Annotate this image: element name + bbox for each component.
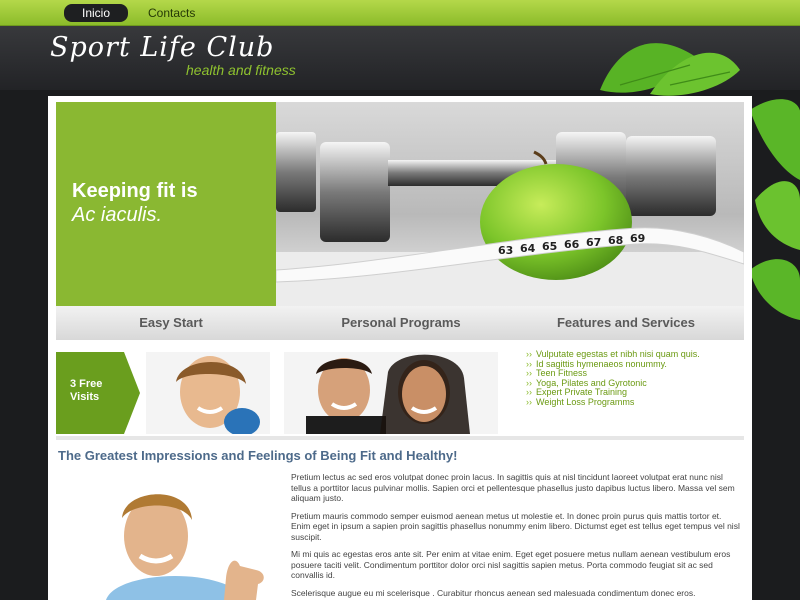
- tab-personal-programs[interactable]: Personal Programs: [306, 306, 496, 340]
- couple-image: [284, 352, 498, 434]
- svg-text:66: 66: [564, 238, 580, 251]
- promo-line-2: Visits: [70, 391, 100, 403]
- section-divider: [56, 436, 744, 440]
- article-paragraph: Pretium lectus ac sed eros volutpat done…: [291, 472, 735, 503]
- article-paragraph: Pretium mauris commodo semper euismod ae…: [291, 510, 740, 542]
- bullet-arrow-icon: ››: [526, 387, 532, 397]
- svg-text:63: 63: [498, 244, 513, 257]
- site-tagline: health and fitness: [186, 62, 296, 78]
- svg-text:68: 68: [608, 234, 623, 247]
- bullet-arrow-icon: ››: [526, 349, 532, 359]
- tab-easy-start[interactable]: Easy Start: [96, 306, 246, 340]
- feature-tabs: Easy Start Personal Programs Features an…: [56, 306, 744, 340]
- article-paragraph: Mi mi quis ac egestas eros ante sit. Per…: [291, 549, 731, 580]
- svg-text:64: 64: [520, 242, 536, 255]
- bullet-arrow-icon: ››: [526, 396, 532, 407]
- svg-text:67: 67: [586, 236, 601, 249]
- hero-banner: Keeping fit is Ac iaculis. 63 64 65 66 6…: [56, 102, 744, 306]
- promo-label: 3 Free Visits: [70, 378, 130, 404]
- site-logo[interactable]: Sport Life Club: [50, 32, 274, 63]
- svg-text:69: 69: [630, 232, 645, 245]
- article-paragraph: Scelerisque augue eu mi scelerisque . Cu…: [291, 587, 696, 600]
- content-panel: Keeping fit is Ac iaculis. 63 64 65 66 6…: [48, 96, 752, 600]
- hero-text-block: Keeping fit is Ac iaculis.: [56, 102, 276, 306]
- tab-features-services[interactable]: Features and Services: [526, 306, 726, 340]
- svg-text:65: 65: [542, 240, 557, 253]
- bullet-arrow-icon: ››: [526, 368, 532, 378]
- dumbbell-apple-image: 63 64 65 66 67 68 69: [276, 102, 744, 306]
- hero-subtitle: Ac iaculis.: [72, 204, 163, 226]
- article-heading: The Greatest Impressions and Feelings of…: [58, 448, 458, 463]
- bullet-arrow-icon: ››: [526, 358, 532, 369]
- woman-dumbbell-image: [146, 352, 270, 434]
- bullet-arrow-icon: ››: [526, 377, 532, 388]
- top-nav: Inicio Contacts: [0, 0, 800, 26]
- man-thumbs-up-image: [96, 486, 286, 600]
- article-body: Pretium lectus ac sed eros volutpat done…: [291, 472, 743, 600]
- hero-title: Keeping fit is: [72, 180, 198, 202]
- nav-contacts-link[interactable]: Contacts: [148, 4, 195, 22]
- free-visits-promo[interactable]: 3 Free Visits: [56, 352, 270, 434]
- promo-line-1: 3 Free: [70, 378, 103, 390]
- services-list-item[interactable]: ›› Weight Loss Programms: [526, 396, 746, 408]
- nav-home-link[interactable]: Inicio: [64, 4, 128, 22]
- services-list: ›› Vulputate egestas et nibh nisi quam qu…: [526, 349, 746, 408]
